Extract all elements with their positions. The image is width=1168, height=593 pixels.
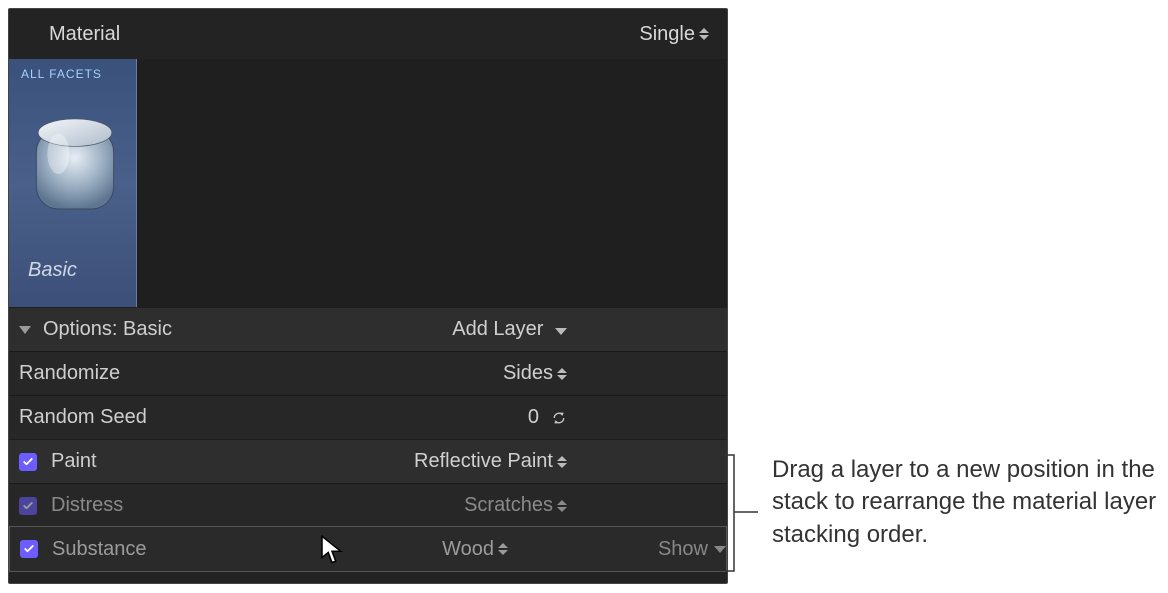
updown-icon bbox=[557, 368, 567, 380]
updown-icon bbox=[699, 28, 709, 40]
material-swatch bbox=[29, 104, 121, 222]
material-mode-value: Single bbox=[639, 23, 695, 46]
updown-icon bbox=[498, 543, 508, 555]
randomize-row: Randomize Sides bbox=[9, 351, 727, 395]
dragging-layer-row[interactable]: Substance Wood Show bbox=[9, 526, 727, 572]
updown-icon bbox=[557, 456, 567, 468]
substance-checkbox[interactable] bbox=[20, 540, 38, 558]
paint-checkbox[interactable] bbox=[19, 453, 37, 471]
facets-area: ALL FACETS bbox=[9, 59, 727, 307]
random-seed-label: Random Seed bbox=[19, 406, 147, 429]
regenerate-button[interactable] bbox=[551, 410, 567, 426]
material-label: Material bbox=[49, 23, 639, 46]
paint-value: Reflective Paint bbox=[414, 450, 553, 473]
material-mode-select[interactable]: Single bbox=[639, 23, 709, 46]
substance-value: Wood bbox=[442, 538, 494, 561]
substance-label: Substance bbox=[52, 538, 147, 561]
disclosure-triangle-icon[interactable] bbox=[19, 326, 31, 334]
distress-checkbox[interactable] bbox=[19, 497, 37, 515]
distress-value: Scratches bbox=[464, 494, 553, 517]
show-label: Show bbox=[658, 538, 708, 561]
material-inspector-panel: Material Single ALL FACETS bbox=[8, 8, 728, 584]
add-layer-label: Add Layer bbox=[452, 318, 543, 340]
random-seed-value[interactable]: 0 bbox=[528, 406, 539, 429]
options-title: Options: Basic bbox=[43, 318, 172, 341]
layer-row-paint[interactable]: Paint Reflective Paint bbox=[9, 439, 727, 483]
options-header-row: Options: Basic Add Layer bbox=[9, 307, 727, 351]
facet-card[interactable]: ALL FACETS bbox=[9, 59, 137, 307]
add-layer-button[interactable]: Add Layer bbox=[452, 318, 567, 341]
layer-row-distress[interactable]: Distress Scratches bbox=[9, 483, 727, 527]
updown-icon bbox=[557, 500, 567, 512]
randomize-select[interactable]: Sides bbox=[503, 362, 567, 385]
show-button[interactable]: Show bbox=[658, 538, 726, 561]
material-row: Material Single bbox=[9, 9, 727, 59]
distress-value-select[interactable]: Scratches bbox=[464, 494, 567, 517]
randomize-label: Randomize bbox=[19, 362, 120, 385]
facet-tab-label: ALL FACETS bbox=[9, 59, 136, 81]
check-icon bbox=[22, 456, 34, 468]
annotation-text: Drag a layer to a new position in the st… bbox=[772, 454, 1162, 551]
substance-value-select[interactable]: Wood bbox=[442, 538, 508, 561]
check-icon bbox=[23, 543, 35, 555]
paint-label: Paint bbox=[51, 450, 97, 473]
check-icon bbox=[22, 500, 34, 512]
distress-label: Distress bbox=[51, 494, 123, 517]
chevron-down-icon bbox=[555, 328, 567, 335]
facet-name: Basic bbox=[28, 259, 77, 282]
callout-bracket bbox=[724, 454, 760, 572]
paint-value-select[interactable]: Reflective Paint bbox=[414, 450, 567, 473]
random-seed-row: Random Seed 0 bbox=[9, 395, 727, 439]
randomize-value: Sides bbox=[503, 362, 553, 385]
refresh-icon bbox=[551, 410, 567, 426]
